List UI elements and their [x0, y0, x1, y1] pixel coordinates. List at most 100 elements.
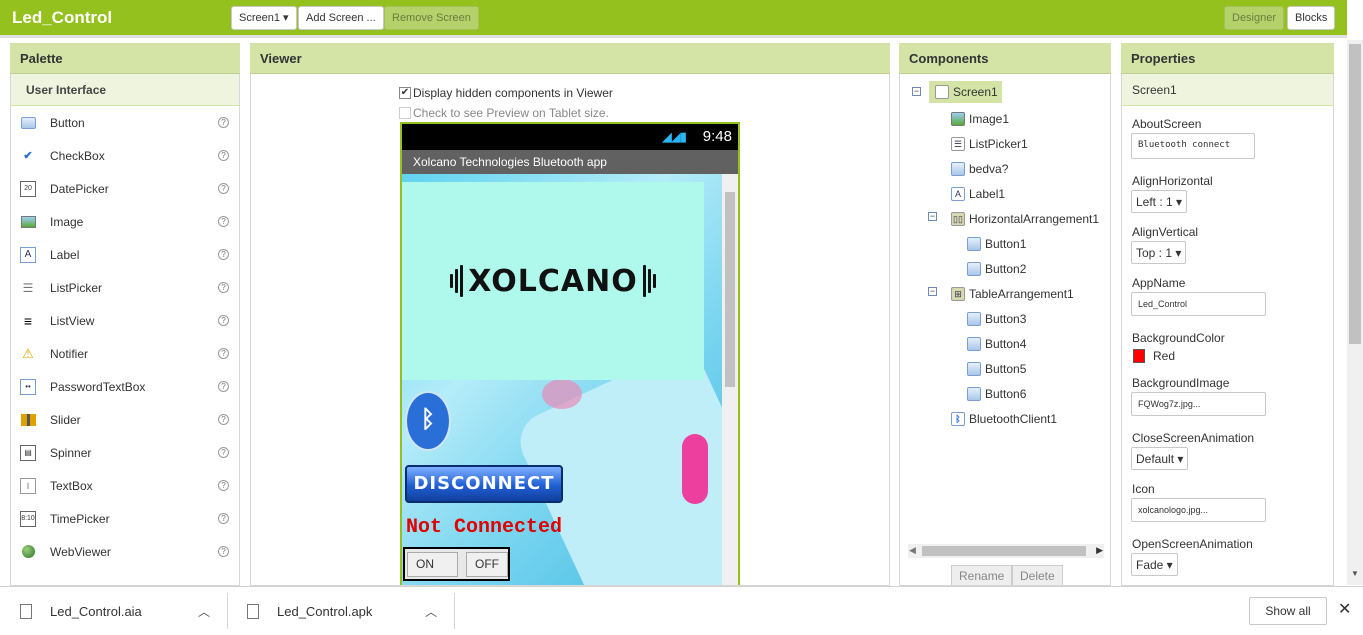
- delete-button[interactable]: Delete: [1012, 565, 1063, 585]
- tree-item-bluetoothclient1[interactable]: ᛒ BluetoothClient1: [951, 408, 1057, 430]
- tree-item-button2[interactable]: Button2: [967, 258, 1026, 280]
- page-scroll-thumb[interactable]: [1349, 44, 1361, 344]
- chevron-up-icon[interactable]: ︿: [198, 603, 210, 620]
- page-scrollbar[interactable]: ▼: [1347, 40, 1363, 585]
- tree-item-label: Screen1: [953, 85, 998, 99]
- help-icon[interactable]: ?: [218, 150, 229, 161]
- icon-picker[interactable]: xolcanologo.jpg...: [1131, 498, 1266, 522]
- background-color-swatch[interactable]: [1133, 349, 1145, 363]
- open-screen-animation-select[interactable]: Fade ▾: [1131, 553, 1178, 576]
- collapse-toggle[interactable]: −: [912, 87, 921, 96]
- palette-item-datepicker[interactable]: 20 DatePicker ?: [11, 172, 239, 205]
- tree-item-button4[interactable]: Button4: [967, 333, 1026, 355]
- collapse-toggle[interactable]: −: [928, 212, 937, 221]
- display-hidden-option[interactable]: ✔ Display hidden components in Viewer: [399, 86, 613, 100]
- palette-item-textbox[interactable]: I TextBox ?: [11, 469, 239, 502]
- help-icon[interactable]: ?: [218, 216, 229, 227]
- designer-button[interactable]: Designer: [1224, 6, 1285, 30]
- phone-status-bar: ◢◢▮ 9:48: [402, 124, 738, 150]
- scroll-right-icon[interactable]: ▶: [1096, 545, 1103, 556]
- help-icon[interactable]: ?: [218, 183, 229, 194]
- blocks-button[interactable]: Blocks: [1287, 6, 1336, 30]
- tree-item-label1[interactable]: A Label1: [951, 183, 1005, 205]
- palette-item-listview[interactable]: ≡ ListView ?: [11, 304, 239, 337]
- align-horizontal-select[interactable]: Left : 1 ▾: [1131, 190, 1188, 213]
- tree-item-image1[interactable]: Image1: [951, 108, 1009, 130]
- horizontal-arrangement-icon: ▯▯: [951, 212, 965, 226]
- palette-item-notifier[interactable]: ⚠ Notifier ?: [11, 337, 239, 370]
- button-icon: [967, 312, 981, 326]
- tree-item-button1[interactable]: Button1: [967, 233, 1026, 255]
- tree-item-screen1[interactable]: Screen1: [929, 81, 1002, 103]
- components-scroll-thumb[interactable]: [922, 546, 1086, 556]
- help-icon[interactable]: ?: [218, 117, 229, 128]
- phone-scrollbar[interactable]: [722, 174, 738, 585]
- help-icon[interactable]: ?: [218, 480, 229, 491]
- close-screen-animation-select[interactable]: Default ▾: [1131, 447, 1189, 470]
- viewer-header: Viewer: [250, 43, 890, 74]
- image1-preview[interactable]: XOLCANO: [402, 182, 704, 380]
- rename-button[interactable]: Rename: [951, 565, 1013, 585]
- palette-item-label: ListPicker: [50, 280, 103, 295]
- help-icon[interactable]: ?: [218, 447, 229, 458]
- palette-item-spinner[interactable]: ▤ Spinner ?: [11, 436, 239, 469]
- app-name-input[interactable]: Led_Control: [1131, 292, 1266, 316]
- download-item-aia[interactable]: Led_Control.aia: [20, 587, 142, 635]
- palette-item-passwordtextbox[interactable]: •• PasswordTextBox ?: [11, 370, 239, 403]
- scroll-left-icon[interactable]: ◀: [909, 545, 916, 556]
- tree-item-button5[interactable]: Button5: [967, 358, 1026, 380]
- help-icon[interactable]: ?: [218, 249, 229, 260]
- help-icon[interactable]: ?: [218, 381, 229, 392]
- on-button[interactable]: ON: [407, 552, 458, 577]
- tree-item-button3[interactable]: Button3: [967, 308, 1026, 330]
- chevron-up-icon[interactable]: ︿: [425, 603, 437, 620]
- app-title: Led_Control: [12, 8, 113, 27]
- tablet-preview-option[interactable]: Check to see Preview on Tablet size.: [399, 106, 609, 120]
- palette-category-user-interface[interactable]: User Interface: [11, 74, 239, 106]
- align-vertical-select[interactable]: Top : 1 ▾: [1131, 241, 1187, 264]
- display-hidden-checkbox[interactable]: ✔: [399, 87, 411, 99]
- help-icon[interactable]: ?: [218, 315, 229, 326]
- palette-item-label[interactable]: A Label ?: [11, 238, 239, 271]
- help-icon[interactable]: ?: [218, 513, 229, 524]
- palette-item-label: CheckBox: [50, 148, 105, 163]
- components-scrollbar[interactable]: ◀ ▶: [908, 544, 1104, 558]
- close-icon[interactable]: ✕: [1338, 599, 1351, 619]
- palette-item-slider[interactable]: Slider ?: [11, 403, 239, 436]
- top-bar: Led_Control Screen1 ▾ Add Screen ... Rem…: [0, 0, 1347, 38]
- remove-screen-button[interactable]: Remove Screen: [384, 6, 479, 30]
- background-color-value[interactable]: Red: [1153, 349, 1175, 363]
- palette-item-image[interactable]: Image ?: [11, 205, 239, 238]
- screen-select-dropdown[interactable]: Screen1 ▾: [231, 6, 297, 30]
- tree-item-button6[interactable]: Button6: [967, 383, 1026, 405]
- about-screen-input[interactable]: Bluetooth connect: [1131, 133, 1255, 159]
- background-image-picker[interactable]: FQWog7z.jpg...: [1131, 392, 1266, 416]
- show-all-button[interactable]: Show all: [1249, 597, 1327, 625]
- file-icon: [20, 603, 32, 619]
- bluetooth-icon[interactable]: ᛒ: [405, 391, 451, 451]
- download-item-apk[interactable]: Led_Control.apk: [247, 587, 372, 635]
- disconnect-button[interactable]: DISCONNECT: [405, 465, 563, 503]
- help-icon[interactable]: ?: [218, 348, 229, 359]
- phone-scroll-thumb[interactable]: [725, 192, 735, 387]
- tree-item-horizontalarrangement1[interactable]: ▯▯ HorizontalArrangement1: [951, 208, 1099, 230]
- off-button[interactable]: OFF: [466, 552, 508, 577]
- help-icon[interactable]: ?: [218, 282, 229, 293]
- palette-item-listpicker[interactable]: ☰ ListPicker ?: [11, 271, 239, 304]
- tablet-preview-checkbox[interactable]: [399, 107, 411, 119]
- palette-item-webviewer[interactable]: WebViewer ?: [11, 535, 239, 568]
- tree-item-label: TableArrangement1: [969, 287, 1074, 301]
- palette-item-timepicker[interactable]: 8:10 TimePicker ?: [11, 502, 239, 535]
- about-screen-label: AboutScreen: [1132, 117, 1202, 131]
- add-screen-button[interactable]: Add Screen ...: [298, 6, 384, 30]
- scroll-down-icon[interactable]: ▼: [1351, 569, 1359, 578]
- image-icon: [20, 214, 36, 230]
- palette-item-button[interactable]: Button ?: [11, 106, 239, 139]
- tree-item-listpicker1[interactable]: ☰ ListPicker1: [951, 133, 1028, 155]
- tree-item-tablearrangement1[interactable]: ⊞ TableArrangement1: [951, 283, 1074, 305]
- tree-item-bedva[interactable]: bedva?: [951, 158, 1008, 180]
- help-icon[interactable]: ?: [218, 546, 229, 557]
- collapse-toggle[interactable]: −: [928, 287, 937, 296]
- help-icon[interactable]: ?: [218, 414, 229, 425]
- palette-item-checkbox[interactable]: ✔ CheckBox ?: [11, 139, 239, 172]
